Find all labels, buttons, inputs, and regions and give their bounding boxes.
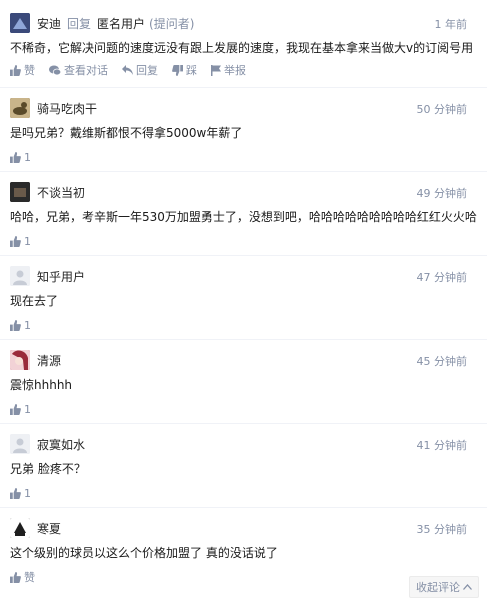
- thumb-down-icon: [172, 64, 183, 76]
- comment-content: 哈哈，兄弟，考辛斯一年530万加盟勇士了，没想到吧，哈哈哈哈哈哈哈哈哈红红火火哈…: [10, 210, 477, 224]
- author-name[interactable]: 知乎用户: [37, 268, 85, 285]
- like-button[interactable]: 1: [10, 319, 31, 332]
- timestamp: 1 年前: [434, 18, 468, 31]
- author-name[interactable]: 骑马吃肉干: [37, 100, 97, 117]
- comment-item: 不谈当初 49 分钟前 哈哈，兄弟，考辛斯一年530万加盟勇士了，没想到吧，哈哈…: [0, 172, 487, 256]
- avatar[interactable]: [10, 266, 30, 286]
- author-name[interactable]: 安迪: [37, 15, 61, 32]
- flag-icon: [211, 64, 221, 76]
- comment-list: 安迪 回复 匿名用户 (提问者) 1 年前 不稀奇，它解决问题的速度远没有跟上发…: [0, 0, 487, 596]
- like-button[interactable]: 1: [10, 235, 31, 248]
- collapse-label: 收起评论: [416, 581, 460, 594]
- author-name[interactable]: 寂寞如水: [37, 436, 85, 453]
- thumb-up-icon: [10, 319, 21, 331]
- chevron-up-icon: [463, 584, 472, 590]
- comment-content: 兄弟 脸疼不？: [10, 462, 86, 476]
- like-button[interactable]: 1: [10, 403, 31, 416]
- reply-button[interactable]: 回复: [122, 62, 158, 78]
- comment-content: 现在去了: [10, 294, 59, 308]
- like-button[interactable]: 赞: [10, 569, 35, 585]
- avatar[interactable]: [10, 13, 30, 33]
- reply-label: 回复: [136, 64, 158, 77]
- report-label: 举报: [224, 64, 246, 77]
- timestamp: 50 分钟前: [416, 103, 468, 116]
- dislike-label: 踩: [186, 64, 197, 77]
- timestamp: 41 分钟前: [416, 439, 468, 452]
- timestamp: 47 分钟前: [416, 271, 468, 284]
- timestamp: 35 分钟前: [416, 523, 468, 536]
- comment-item: 骑马吃肉干 50 分钟前 是吗兄弟？戴维斯都恨不得拿5000w年薪了 1: [0, 88, 487, 172]
- comment-item: 知乎用户 47 分钟前 现在去了 1: [0, 256, 487, 340]
- author-name[interactable]: 不谈当初: [37, 184, 85, 201]
- reply-label: 回复: [67, 16, 92, 31]
- like-button[interactable]: 1: [10, 487, 31, 500]
- like-count: 1: [24, 318, 31, 332]
- collapse-comments-button[interactable]: 收起评论: [409, 576, 479, 598]
- comment-content: 是吗兄弟？戴维斯都恨不得拿5000w年薪了: [10, 126, 243, 140]
- comment-item: 安迪 回复 匿名用户 (提问者) 1 年前 不稀奇，它解决问题的速度远没有跟上发…: [0, 0, 487, 88]
- thumb-up-icon: [10, 151, 21, 163]
- comment-content: 震惊hhhhh: [10, 378, 73, 392]
- report-button[interactable]: 举报: [211, 62, 246, 78]
- timestamp: 49 分钟前: [416, 187, 468, 200]
- comment-item: 清源 45 分钟前 震惊hhhhh 1: [0, 340, 487, 424]
- avatar[interactable]: [10, 182, 30, 202]
- like-label: 赞: [24, 571, 35, 584]
- avatar[interactable]: [10, 434, 30, 454]
- dislike-button[interactable]: 踩: [172, 62, 197, 78]
- conversation-icon: [49, 65, 61, 75]
- thumb-up-icon: [10, 235, 21, 247]
- thumb-up-icon: [10, 571, 21, 583]
- like-count: 1: [24, 486, 31, 500]
- like-button[interactable]: 赞: [10, 62, 35, 78]
- author-name[interactable]: 清源: [37, 352, 61, 369]
- timestamp: 45 分钟前: [416, 355, 468, 368]
- reply-icon: [122, 65, 133, 75]
- like-count: 1: [24, 234, 31, 248]
- thumb-up-icon: [10, 403, 21, 415]
- thumb-up-icon: [10, 487, 21, 499]
- like-count: 1: [24, 402, 31, 416]
- author-name[interactable]: 寒夏: [37, 520, 61, 537]
- comment-item: 寂寞如水 41 分钟前 兄弟 脸疼不？ 1: [0, 424, 487, 508]
- avatar[interactable]: [10, 98, 30, 118]
- like-count: 1: [24, 150, 31, 164]
- comment-content: 这个级别的球员以这么个价格加盟了 真的没话说了: [10, 546, 278, 560]
- view-conversation-label: 查看对话: [64, 64, 108, 77]
- thumb-up-icon: [10, 64, 21, 76]
- avatar[interactable]: [10, 350, 30, 370]
- op-tag: (提问者): [149, 16, 195, 31]
- like-label: 赞: [24, 64, 35, 77]
- like-button[interactable]: 1: [10, 151, 31, 164]
- avatar[interactable]: [10, 518, 30, 538]
- view-conversation-button[interactable]: 查看对话: [49, 62, 108, 78]
- comment-content: 不稀奇，它解决问题的速度远没有跟上发展的速度，我现在基本拿来当做大v的订阅号用: [10, 41, 474, 55]
- reply-target-name[interactable]: 匿名用户: [97, 15, 145, 32]
